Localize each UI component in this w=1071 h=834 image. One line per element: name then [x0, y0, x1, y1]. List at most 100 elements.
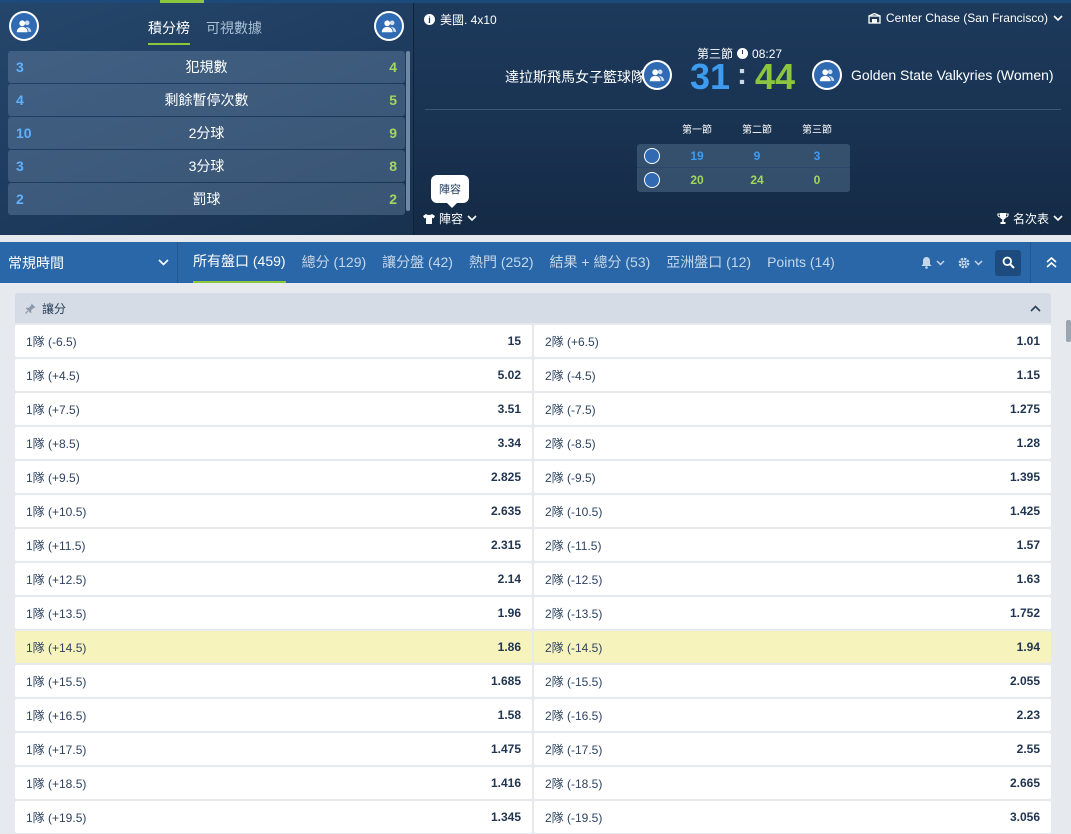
stat-label: 2分球 [188, 125, 225, 141]
home-odd-button[interactable]: 1隊 (+10.5) 2.635 [15, 495, 532, 527]
home-odd-button[interactable]: 1隊 (-6.5) 15 [15, 325, 532, 357]
chevron-down-icon [1053, 215, 1063, 222]
away-odd-button[interactable]: 2隊 (-15.5) 2.055 [534, 665, 1051, 697]
tab-bar-actions [920, 242, 1071, 283]
odd-price: 3.51 [497, 402, 521, 416]
stat-away-value: 8 [389, 158, 397, 174]
tab-all-markets[interactable]: 所有盤口 (459) [193, 242, 286, 283]
away-odd-button[interactable]: 2隊 (-12.5) 1.63 [534, 563, 1051, 595]
gear-icon [958, 257, 970, 268]
home-odd-button[interactable]: 1隊 (+17.5) 1.475 [15, 733, 532, 765]
odd-label: 2隊 (-19.5) [545, 810, 603, 825]
period-score: 24 [750, 173, 764, 187]
stats-tabs: 積分榜 可視數據 [148, 18, 262, 45]
chevron-down-icon [974, 259, 983, 266]
info-icon[interactable]: i [424, 14, 435, 25]
odd-price: 2.055 [1009, 674, 1040, 688]
away-odd-button[interactable]: 2隊 (-10.5) 1.425 [534, 495, 1051, 527]
tab-totals[interactable]: 總分 (129) [302, 242, 367, 283]
away-odd-button[interactable]: 2隊 (-7.5) 1.275 [534, 393, 1051, 425]
home-odd-button[interactable]: 1隊 (+14.5) 1.86 [15, 631, 532, 663]
venue-name: Center Chase (San Francisco) [885, 11, 1048, 25]
home-odd-button[interactable]: 1隊 (+4.5) 5.02 [15, 359, 532, 391]
home-team-name: 達拉斯飛馬女子籃球隊 [505, 69, 645, 85]
notifications-button[interactable] [920, 256, 945, 269]
tab-popular[interactable]: 熱門 (252) [469, 242, 534, 283]
away-odd-button[interactable]: 2隊 (-14.5) 1.94 [534, 631, 1051, 663]
lineup-button[interactable]: 陣容 [423, 210, 477, 227]
tab-handicap[interactable]: 讓分盤 (42) [382, 242, 453, 283]
odd-price: 1.96 [497, 606, 521, 620]
home-odd-button[interactable]: 1隊 (+16.5) 1.58 [15, 699, 532, 731]
stadium-icon [868, 12, 881, 24]
odd-label: 1隊 (-6.5) [26, 334, 77, 349]
odd-price: 2.825 [490, 470, 521, 484]
odd-label: 2隊 (-16.5) [545, 708, 603, 723]
away-odd-button[interactable]: 2隊 (-4.5) 1.15 [534, 359, 1051, 391]
period-header: 第二節 [742, 125, 772, 136]
home-odd-button[interactable]: 1隊 (+11.5) 2.315 [15, 529, 532, 561]
home-odd-button[interactable]: 1隊 (+19.5) 1.345 [15, 801, 532, 833]
odd-price: 1.58 [497, 708, 521, 722]
collapse-header-button[interactable] [1030, 242, 1071, 283]
stats-scrollbar[interactable] [406, 51, 410, 211]
away-odd-button[interactable]: 2隊 (-17.5) 2.55 [534, 733, 1051, 765]
away-mini-avatar-icon [644, 172, 660, 188]
odd-label: 2隊 (-17.5) [545, 742, 603, 757]
odds-row: 1隊 (+19.5) 1.345 2隊 (-19.5) 3.056 [15, 801, 1051, 833]
tab-standings[interactable]: 積分榜 [148, 18, 190, 45]
away-odd-button[interactable]: 2隊 (-9.5) 1.395 [534, 461, 1051, 493]
home-odd-button[interactable]: 1隊 (+12.5) 2.14 [15, 563, 532, 595]
search-icon [1002, 256, 1015, 269]
ranking-button[interactable]: 名次表 [997, 210, 1063, 227]
away-odd-button[interactable]: 2隊 (+6.5) 1.01 [534, 325, 1051, 357]
odd-price: 1.86 [497, 640, 521, 654]
away-odd-button[interactable]: 2隊 (-16.5) 2.23 [534, 699, 1051, 731]
odd-price: 2.635 [490, 504, 521, 518]
home-odd-button[interactable]: 1隊 (+8.5) 3.34 [15, 427, 532, 459]
venue-selector[interactable]: Center Chase (San Francisco) [868, 11, 1063, 25]
search-button[interactable] [995, 249, 1021, 276]
odd-price: 3.34 [497, 436, 521, 450]
odd-label: 2隊 (+6.5) [545, 334, 599, 349]
stat-home-value: 2 [16, 191, 24, 207]
chevron-up-icon[interactable] [1030, 304, 1041, 312]
odd-price: 2.23 [1016, 708, 1040, 722]
away-odd-button[interactable]: 2隊 (-13.5) 1.752 [534, 597, 1051, 629]
odd-label: 2隊 (-10.5) [545, 504, 603, 519]
odd-label: 1隊 (+19.5) [26, 810, 87, 825]
home-odd-button[interactable]: 1隊 (+9.5) 2.825 [15, 461, 532, 493]
away-odd-button[interactable]: 2隊 (-19.5) 3.056 [534, 801, 1051, 833]
away-odd-button[interactable]: 2隊 (-11.5) 1.57 [534, 529, 1051, 561]
tab-asian[interactable]: 亞洲盤口 (12) [666, 242, 751, 283]
home-odd-button[interactable]: 1隊 (+13.5) 1.96 [15, 597, 532, 629]
odds-row: 1隊 (+17.5) 1.475 2隊 (-17.5) 2.55 [15, 733, 1051, 765]
odds-row: 1隊 (+10.5) 2.635 2隊 (-10.5) 1.425 [15, 495, 1051, 527]
odds-row: 1隊 (+11.5) 2.315 2隊 (-11.5) 1.57 [15, 529, 1051, 561]
pin-icon[interactable] [25, 303, 36, 314]
odd-label: 1隊 (+9.5) [26, 470, 80, 485]
odd-label: 2隊 (-7.5) [545, 402, 596, 417]
settings-button[interactable] [957, 256, 983, 270]
period-dropdown[interactable]: 常規時間 [0, 242, 178, 283]
chevron-down-icon [158, 259, 169, 266]
home-odd-button[interactable]: 1隊 (+7.5) 3.51 [15, 393, 532, 425]
chevron-down-icon [1053, 14, 1063, 21]
tab-points[interactable]: Points (14) [767, 242, 835, 283]
stat-home-value: 4 [16, 92, 24, 108]
stat-row: 3 3分球 8 [8, 150, 405, 182]
page-scrollbar[interactable] [1066, 320, 1071, 342]
home-odd-button[interactable]: 1隊 (+18.5) 1.416 [15, 767, 532, 799]
away-odd-button[interactable]: 2隊 (-18.5) 2.665 [534, 767, 1051, 799]
odd-price: 1.15 [1016, 368, 1040, 382]
odd-label: 1隊 (+10.5) [26, 504, 87, 519]
odd-label: 2隊 (-4.5) [545, 368, 596, 383]
odd-price: 1.416 [490, 776, 521, 790]
market-section-header[interactable]: 讓分 [15, 293, 1051, 323]
odd-label: 2隊 (-13.5) [545, 606, 603, 621]
tab-result-total[interactable]: 結果 + 總分 (53) [550, 242, 651, 283]
away-odd-button[interactable]: 2隊 (-8.5) 1.28 [534, 427, 1051, 459]
odd-price: 2.55 [1016, 742, 1040, 756]
home-odd-button[interactable]: 1隊 (+15.5) 1.685 [15, 665, 532, 697]
tab-visual-data[interactable]: 可視數據 [206, 18, 262, 45]
